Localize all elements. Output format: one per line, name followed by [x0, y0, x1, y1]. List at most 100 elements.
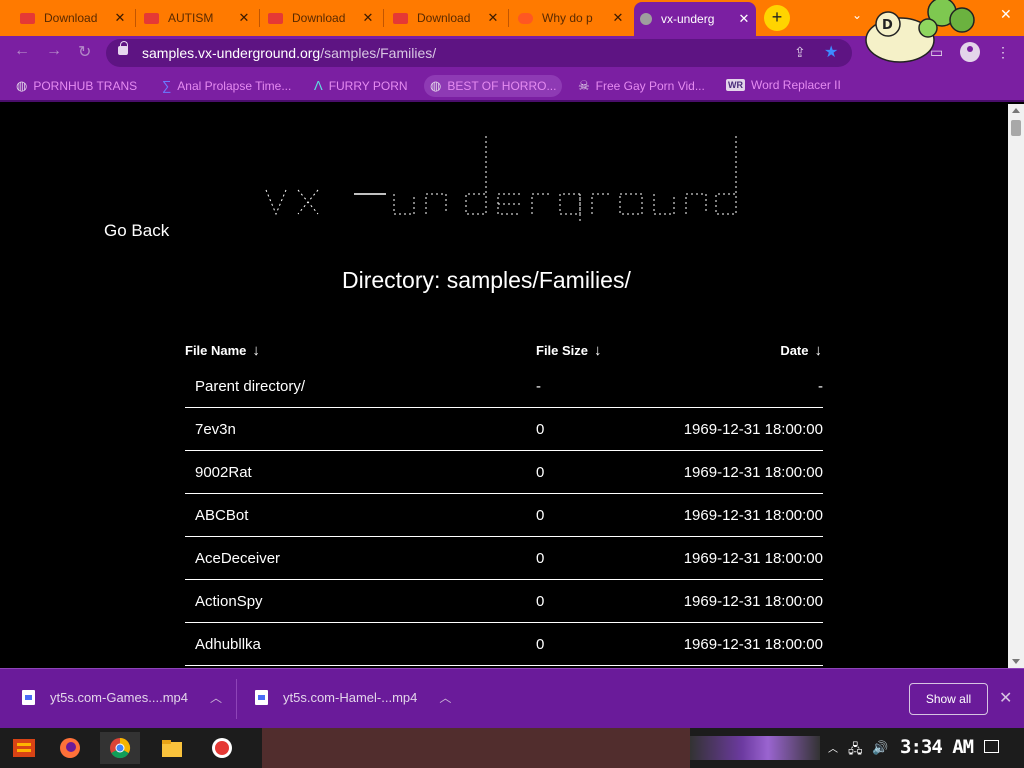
table-row-parent[interactable]: Parent directory/ - - — [185, 365, 823, 408]
tab-download-1[interactable]: Download ✕ — [14, 6, 132, 30]
table-row[interactable]: 7ev3n 0 1969-12-31 18:00:00 — [185, 408, 823, 451]
chevron-up-icon[interactable]: ︿ — [439, 689, 451, 706]
close-tab-icon[interactable]: ✕ — [362, 10, 374, 26]
bookmarks-bar: ◍ PORNHUB TRANS ∑ Anal Prolapse Time... … — [0, 70, 1024, 102]
file-name-link[interactable]: ABCBot — [195, 507, 248, 524]
tab-vx-underground[interactable]: vx-underg ✕ — [634, 2, 756, 36]
tab-why-do[interactable]: Why do p ✕ — [512, 6, 630, 30]
bookmark-item[interactable]: ☠ Free Gay Porn Vid... — [578, 78, 705, 94]
bookmark-item[interactable]: WR Word Replacer II — [726, 78, 841, 92]
file-name-link[interactable]: ActionSpy — [195, 593, 263, 610]
file-name-link[interactable]: Parent directory/ — [195, 378, 305, 395]
youtube-downloader-icon — [268, 12, 283, 24]
scroll-down-arrow-icon[interactable] — [1012, 659, 1020, 664]
lock-icon[interactable] — [118, 41, 128, 55]
download-item[interactable]: yt5s.com-Games....mp4 ︿ — [22, 689, 222, 706]
cartoon-sticker-overlay: D — [865, 0, 975, 63]
table-row[interactable]: 9002Rat 0 1969-12-31 18:00:00 — [185, 451, 823, 494]
page-content: Go Back Directory: samples/Families/ Fil… — [0, 104, 1008, 668]
file-date: 1969-12-31 18:00:00 — [683, 593, 823, 610]
back-arrow-icon[interactable]: ← — [14, 42, 30, 60]
file-size: 0 — [536, 636, 545, 653]
start-button[interactable] — [4, 732, 44, 764]
table-row[interactable]: AceDeceiver 0 1969-12-31 18:00:00 — [185, 537, 823, 580]
file-size: 0 — [536, 464, 545, 481]
sort-arrow-icon[interactable]: ↓ — [252, 342, 260, 359]
chevron-up-icon[interactable]: ︿ — [210, 689, 222, 706]
bookmark-item[interactable]: ◍ PORNHUB TRANS — [16, 78, 137, 94]
network-icon[interactable]: 🖧 — [848, 740, 863, 762]
bookmark-item[interactable]: Λ FURRY PORN — [314, 78, 408, 93]
close-tab-icon[interactable]: ✕ — [238, 10, 250, 26]
download-item[interactable]: yt5s.com-Hamel-...mp4 ︿ — [255, 689, 451, 706]
youtube-downloader-icon — [20, 12, 35, 24]
firefox-icon[interactable] — [50, 732, 90, 764]
new-tab-button[interactable]: + — [764, 5, 790, 31]
file-size: 0 — [536, 550, 545, 567]
file-date: 1969-12-31 18:00:00 — [683, 421, 823, 438]
address-bar[interactable]: samples.vx-underground.org/samples/Famil… — [106, 39, 852, 67]
bookmark-star-icon[interactable]: ★ — [824, 42, 838, 62]
column-header-name[interactable]: File Name ↓ — [185, 342, 260, 359]
close-window-icon[interactable]: ✕ — [1000, 6, 1012, 23]
tab-download-3[interactable]: Download ✕ — [387, 6, 505, 30]
tab-label: vx-underg — [661, 12, 715, 26]
menu-dots-icon[interactable]: ⋮ — [996, 44, 1010, 61]
sigma-icon: ∑ — [162, 78, 172, 93]
close-tab-icon[interactable]: ✕ — [612, 10, 624, 26]
chevron-up-icon[interactable]: ︿ — [828, 740, 838, 755]
forward-arrow-icon[interactable]: → — [46, 42, 62, 60]
table-row[interactable]: Adhubllka 0 1969-12-31 18:00:00 — [185, 623, 823, 666]
video-file-icon — [22, 690, 35, 705]
file-date: 1969-12-31 18:00:00 — [683, 464, 823, 481]
sort-arrow-icon[interactable]: ↓ — [594, 342, 602, 359]
file-size: - — [536, 378, 541, 395]
url-text[interactable]: samples.vx-underground.org/samples/Famil… — [142, 45, 436, 61]
taskbar-decoration — [690, 736, 820, 760]
vx-underground-ascii-logo — [265, 136, 737, 222]
youtube-downloader-icon — [393, 12, 408, 24]
file-date: 1969-12-31 18:00:00 — [683, 636, 823, 653]
globe-icon: ◍ — [430, 78, 442, 93]
bookmark-item[interactable]: ◍ BEST OF HORRO... — [424, 75, 563, 97]
taskbar-wallpaper-strip — [262, 728, 690, 768]
bookmark-item[interactable]: ∑ Anal Prolapse Time... — [162, 78, 291, 93]
file-name-link[interactable]: 7ev3n — [195, 421, 236, 438]
youtube-icon — [144, 12, 159, 24]
file-name-link[interactable]: AceDeceiver — [195, 550, 280, 567]
page-scrollbar[interactable] — [1008, 104, 1024, 668]
close-tab-icon[interactable]: ✕ — [114, 10, 126, 26]
show-all-downloads-button[interactable]: Show all — [909, 683, 988, 715]
close-tab-icon[interactable]: ✕ — [487, 10, 499, 26]
notification-icon[interactable] — [984, 740, 999, 753]
reload-icon[interactable]: ↻ — [78, 42, 91, 62]
share-icon[interactable]: ⇪ — [794, 44, 806, 61]
tab-download-2[interactable]: Download ✕ — [262, 6, 380, 30]
file-explorer-icon[interactable] — [152, 732, 192, 764]
lambda-icon: Λ — [314, 78, 323, 93]
table-row[interactable]: ActionSpy 0 1969-12-31 18:00:00 — [185, 580, 823, 623]
file-name-link[interactable]: Adhubllka — [195, 636, 261, 653]
column-header-date[interactable]: Date ↓ — [780, 342, 822, 359]
go-back-link[interactable]: Go Back — [104, 221, 169, 241]
tab-label: Why do p — [542, 11, 593, 25]
scroll-up-arrow-icon[interactable] — [1012, 108, 1020, 113]
close-tab-icon[interactable]: ✕ — [738, 11, 750, 27]
close-shelf-icon[interactable]: ✕ — [999, 688, 1012, 708]
record-app-icon[interactable] — [202, 732, 242, 764]
file-name-link[interactable]: 9002Rat — [195, 464, 252, 481]
video-file-icon — [255, 690, 268, 705]
taskbar-clock[interactable]: 3:34 AM — [900, 736, 974, 758]
quora-icon — [518, 12, 533, 24]
page-title: Directory: samples/Families/ — [342, 267, 631, 293]
download-shelf: yt5s.com-Games....mp4 ︿ yt5s.com-Hamel-.… — [0, 668, 1024, 728]
column-header-size[interactable]: File Size ↓ — [536, 342, 602, 359]
volume-icon[interactable]: 🔊 — [872, 740, 888, 756]
table-row[interactable]: ABCBot 0 1969-12-31 18:00:00 — [185, 494, 823, 537]
scrollbar-thumb[interactable] — [1011, 120, 1021, 136]
sort-arrow-icon[interactable]: ↓ — [815, 342, 823, 359]
windows-taskbar: ︿ 🖧 🔊 3:34 AM — [0, 728, 1024, 768]
chrome-icon[interactable] — [100, 732, 140, 764]
globe-icon — [640, 13, 652, 25]
tab-autism[interactable]: AUTISM ✕ — [138, 6, 256, 30]
